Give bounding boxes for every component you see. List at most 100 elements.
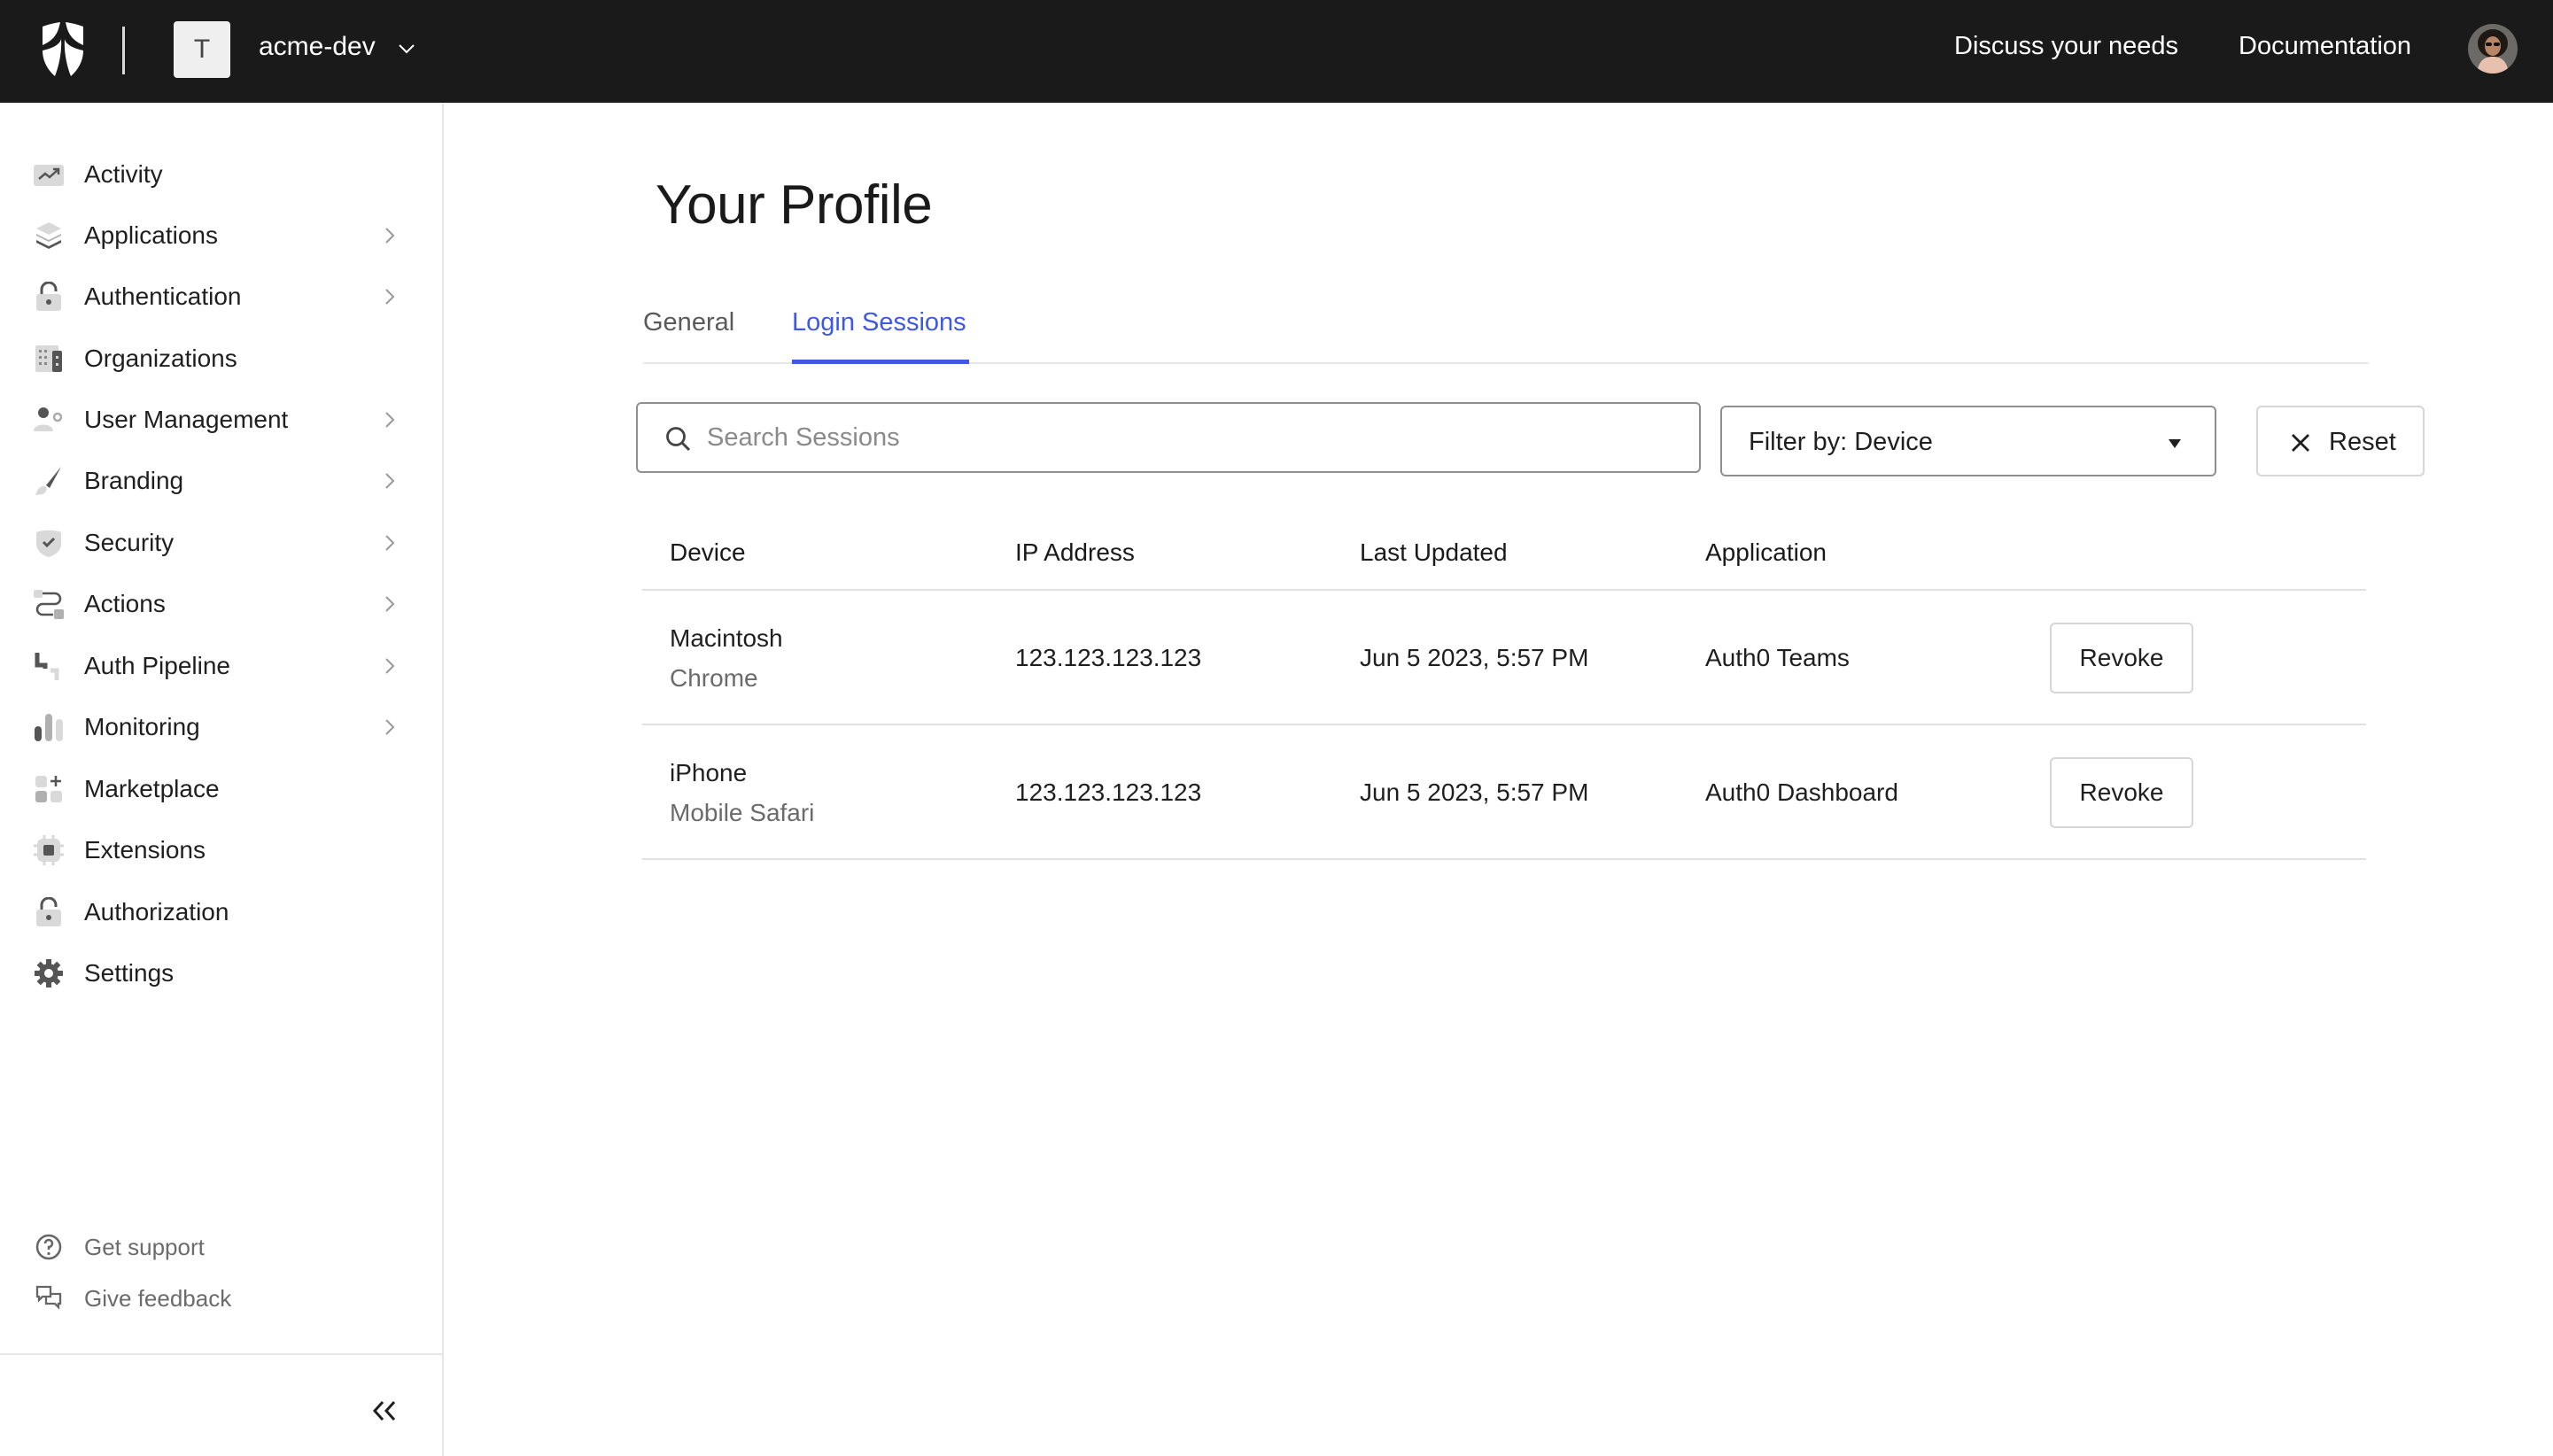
column-header-device: Device bbox=[670, 538, 746, 566]
header-divider bbox=[122, 27, 125, 74]
question-circle-icon bbox=[35, 1234, 62, 1260]
column-header-last-updated: Last Updated bbox=[1360, 538, 1508, 566]
sidebar-item-actions[interactable]: Actions bbox=[0, 577, 442, 631]
sidebar-item-label: Organizations bbox=[84, 345, 237, 372]
sidebar-item-authentication[interactable]: Authentication bbox=[0, 269, 442, 324]
grid-plus-icon bbox=[35, 776, 62, 802]
sidebar-item-label: Auth Pipeline bbox=[84, 652, 231, 679]
support-label: Give feedback bbox=[84, 1284, 232, 1312]
sidebar-item-label: Authorization bbox=[84, 898, 229, 925]
sidebar-item-branding[interactable]: Branding bbox=[0, 453, 442, 508]
filter-selected-value: Filter by: Device bbox=[1749, 428, 1933, 456]
auth0-logo-icon[interactable] bbox=[39, 21, 87, 78]
sidebar-divider bbox=[0, 1353, 442, 1355]
tenant-badge[interactable]: T bbox=[174, 21, 230, 78]
sidebar-item-user-management[interactable]: User Management bbox=[0, 392, 442, 447]
sidebar-item-label: Actions bbox=[84, 590, 166, 617]
column-header-ip: IP Address bbox=[1015, 538, 1135, 566]
search-icon bbox=[666, 427, 691, 452]
chevron-right-icon bbox=[385, 289, 395, 305]
give-feedback-link[interactable]: Give feedback bbox=[0, 1276, 442, 1320]
chat-bubbles-icon bbox=[35, 1285, 62, 1310]
application-name: Auth0 Dashboard bbox=[1705, 778, 1898, 806]
sidebar-item-label: User Management bbox=[84, 406, 289, 433]
sidebar-item-label: Authentication bbox=[84, 283, 242, 310]
chevron-right-icon bbox=[385, 228, 395, 244]
column-header-application: Application bbox=[1705, 538, 1827, 566]
building-icon bbox=[35, 345, 62, 372]
sidebar-item-label: Settings bbox=[84, 959, 175, 987]
sidebar-item-label: Activity bbox=[84, 160, 163, 188]
reset-button[interactable]: Reset bbox=[2256, 406, 2425, 476]
paintbrush-icon bbox=[35, 467, 61, 495]
tab-general[interactable]: General bbox=[643, 308, 734, 337]
table-header-divider bbox=[642, 589, 2366, 591]
gear-icon bbox=[35, 959, 63, 987]
sidebar-item-applications[interactable]: Applications bbox=[0, 208, 442, 263]
pipe-icon bbox=[35, 653, 59, 680]
top-bar: T acme-dev Discuss your needs Documentat… bbox=[0, 0, 2553, 103]
sidebar-item-label: Marketplace bbox=[84, 775, 220, 802]
shield-check-icon bbox=[36, 530, 61, 557]
sidebar-item-activity[interactable]: Activity bbox=[0, 147, 442, 202]
application-name: Auth0 Teams bbox=[1705, 644, 1850, 671]
sidebar-item-organizations[interactable]: Organizations bbox=[0, 331, 442, 386]
reset-label: Reset bbox=[2329, 428, 2396, 456]
support-label: Get support bbox=[84, 1233, 205, 1260]
device-name: iPhone bbox=[670, 759, 748, 786]
caret-down-icon bbox=[2169, 439, 2181, 448]
user-avatar[interactable] bbox=[2468, 24, 2518, 74]
device-browser: Mobile Safari bbox=[670, 799, 815, 826]
active-tab-indicator bbox=[792, 360, 969, 364]
tenant-switcher[interactable]: acme-dev bbox=[259, 32, 376, 62]
revoke-button[interactable]: Revoke bbox=[2050, 757, 2193, 828]
chevron-right-icon bbox=[385, 412, 395, 428]
sidebar-item-label: Branding bbox=[84, 467, 184, 494]
discuss-needs-link[interactable]: Discuss your needs bbox=[1954, 32, 2178, 61]
sidebar-item-monitoring[interactable]: Monitoring bbox=[0, 700, 442, 755]
search-sessions-field[interactable] bbox=[636, 402, 1701, 473]
unlocked-padlock-icon bbox=[36, 897, 61, 926]
sidebar-item-auth-pipeline[interactable]: Auth Pipeline bbox=[0, 639, 442, 693]
sidebar-item-label: Applications bbox=[84, 221, 218, 249]
user-gear-icon bbox=[34, 407, 63, 431]
close-icon bbox=[2292, 434, 2309, 452]
sidebar-item-authorization[interactable]: Authorization bbox=[0, 885, 442, 940]
sidebar: Activity Applications Authentication Org… bbox=[0, 103, 444, 1456]
page-title: Your Profile bbox=[656, 174, 933, 236]
last-updated: Jun 5 2023, 5:57 PM bbox=[1360, 778, 1589, 806]
chevron-right-icon bbox=[385, 719, 395, 735]
sidebar-item-marketplace[interactable]: Marketplace bbox=[0, 762, 442, 817]
sidebar-item-label: Security bbox=[84, 529, 175, 556]
row-divider bbox=[642, 858, 2366, 860]
sidebar-item-settings[interactable]: Settings bbox=[0, 946, 442, 1001]
search-input[interactable] bbox=[707, 418, 1672, 457]
layers-icon bbox=[36, 222, 61, 249]
documentation-link[interactable]: Documentation bbox=[2239, 32, 2411, 61]
revoke-button[interactable]: Revoke bbox=[2050, 623, 2193, 693]
chip-icon bbox=[34, 835, 64, 865]
device-browser: Chrome bbox=[670, 664, 758, 692]
device-name: Macintosh bbox=[670, 624, 783, 652]
tab-login-sessions[interactable]: Login Sessions bbox=[792, 308, 966, 337]
sidebar-item-label: Monitoring bbox=[84, 713, 200, 740]
ip-address: 123.123.123.123 bbox=[1015, 778, 1202, 806]
chevron-right-icon bbox=[385, 535, 395, 551]
sidebar-item-label: Extensions bbox=[84, 836, 206, 864]
ip-address: 123.123.123.123 bbox=[1015, 644, 1202, 671]
get-support-link[interactable]: Get support bbox=[0, 1225, 442, 1269]
chevron-right-icon bbox=[385, 596, 395, 612]
flow-icon bbox=[34, 590, 64, 619]
sidebar-item-extensions[interactable]: Extensions bbox=[0, 823, 442, 878]
chevron-right-icon bbox=[385, 473, 395, 489]
last-updated: Jun 5 2023, 5:57 PM bbox=[1360, 644, 1589, 671]
bar-chart-icon bbox=[35, 714, 63, 741]
sidebar-item-security[interactable]: Security bbox=[0, 515, 442, 570]
chevron-right-icon bbox=[385, 658, 395, 674]
activity-icon bbox=[34, 165, 64, 186]
filter-by-device-dropdown[interactable]: Filter by: Device bbox=[1720, 406, 2216, 476]
row-divider bbox=[642, 724, 2366, 725]
chevron-down-icon[interactable] bbox=[397, 39, 416, 58]
collapse-sidebar-icon[interactable] bbox=[369, 1395, 400, 1427]
unlocked-padlock-icon bbox=[36, 282, 61, 311]
